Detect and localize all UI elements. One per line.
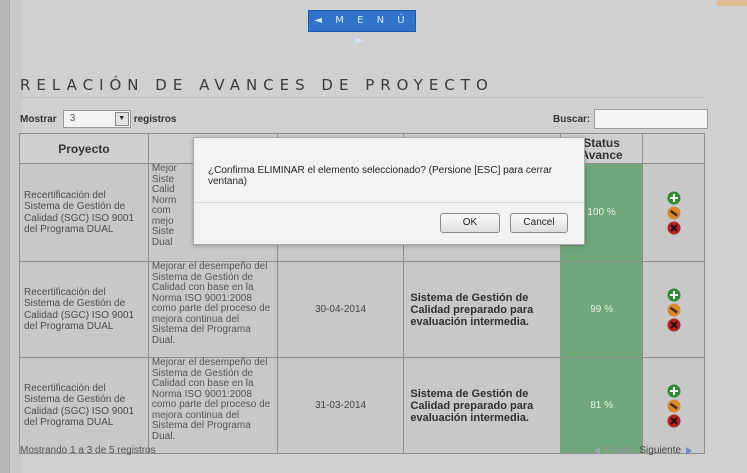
cell-proyecto: Recertificación del Sistema de Gestión d…: [19, 163, 149, 262]
cell-fecha: 30-04-2014: [276, 261, 405, 358]
confirm-dialog: ¿Confirma ELIMINAR el elemento seleccion…: [193, 137, 585, 245]
menu-button[interactable]: ◄ M E N Ú ►: [308, 10, 416, 46]
next-label: Siguiente: [639, 445, 682, 456]
records-label: registros: [133, 113, 177, 125]
dropdown-arrow-icon[interactable]: ▼: [114, 112, 129, 126]
cell-descripcion: Mejorar el desempeño del Sistema de Gest…: [147, 261, 278, 358]
records-summary: Mostrando 1 a 3 de 5 registros: [20, 445, 156, 456]
cell-fecha: 31-03-2014: [276, 357, 405, 454]
header-actions: [642, 133, 705, 164]
cancel-button[interactable]: Cancel: [510, 213, 568, 233]
show-label: Mostrar: [20, 113, 57, 125]
add-icon[interactable]: [667, 288, 681, 302]
add-icon[interactable]: [667, 191, 681, 205]
search-input[interactable]: [594, 109, 709, 129]
descripcion-text: Mejor Siste Calid Norm com mejo Siste Du…: [151, 163, 177, 248]
cell-actions: [642, 357, 705, 454]
dialog-divider: [194, 202, 584, 203]
next-button[interactable]: Siguiente: [639, 445, 694, 456]
prev-arrow-icon: [594, 446, 600, 455]
delete-icon[interactable]: [667, 414, 681, 428]
header-proyecto[interactable]: Proyecto: [19, 133, 149, 164]
proyecto-text: Recertificación del Sistema de Gestión d…: [24, 382, 135, 429]
delete-icon[interactable]: [667, 318, 681, 332]
page-size-select[interactable]: 3 ▼: [62, 110, 131, 128]
prev-button[interactable]: Previo: [592, 445, 633, 456]
cell-proyecto: Recertificación del Sistema de Gestión d…: [19, 261, 149, 358]
cell-actions: [642, 261, 705, 358]
title-divider: [20, 97, 703, 98]
edit-icon[interactable]: [667, 303, 681, 317]
page-title: RELACIÓN DE AVANCES DE PROYECTO: [20, 76, 494, 94]
edit-icon[interactable]: [667, 206, 681, 220]
add-icon[interactable]: [667, 384, 681, 398]
edit-icon[interactable]: [667, 399, 681, 413]
left-edge: [0, 0, 10, 473]
page-size-control: Mostrar 3 ▼ registros: [20, 110, 176, 128]
top-right-accent: [717, 0, 747, 6]
prev-label: Previo: [605, 445, 634, 456]
cell-descripcion: Mejorar el desempeño del Sistema de Gest…: [147, 357, 278, 454]
cell-proyecto: Recertificación del Sistema de Gestión d…: [19, 357, 149, 454]
next-arrow-icon: [686, 446, 693, 455]
cell-avance: Sistema de Gestión de Calidad preparado …: [403, 357, 562, 454]
cell-status: 81 %: [560, 357, 644, 454]
ok-button[interactable]: OK: [440, 213, 500, 233]
cell-actions: [642, 163, 705, 262]
dialog-message: ¿Confirma ELIMINAR el elemento seleccion…: [208, 165, 553, 187]
table-row: Recertificación del Sistema de Gestión d…: [19, 261, 705, 358]
search-label: Buscar:: [553, 113, 591, 125]
table-row: Recertificación del Sistema de Gestión d…: [19, 357, 705, 454]
delete-icon[interactable]: [667, 221, 681, 235]
proyecto-text: Recertificación del Sistema de Gestión d…: [24, 286, 135, 333]
cell-status: 99 %: [560, 261, 644, 358]
pagination: Previo Siguiente: [592, 445, 694, 456]
search-control: Buscar:: [553, 109, 709, 129]
page-size-value: 3: [69, 113, 76, 124]
proyecto-text: Recertificación del Sistema de Gestión d…: [24, 189, 135, 236]
cell-avance: Sistema de Gestión de Calidad preparado …: [403, 261, 562, 358]
